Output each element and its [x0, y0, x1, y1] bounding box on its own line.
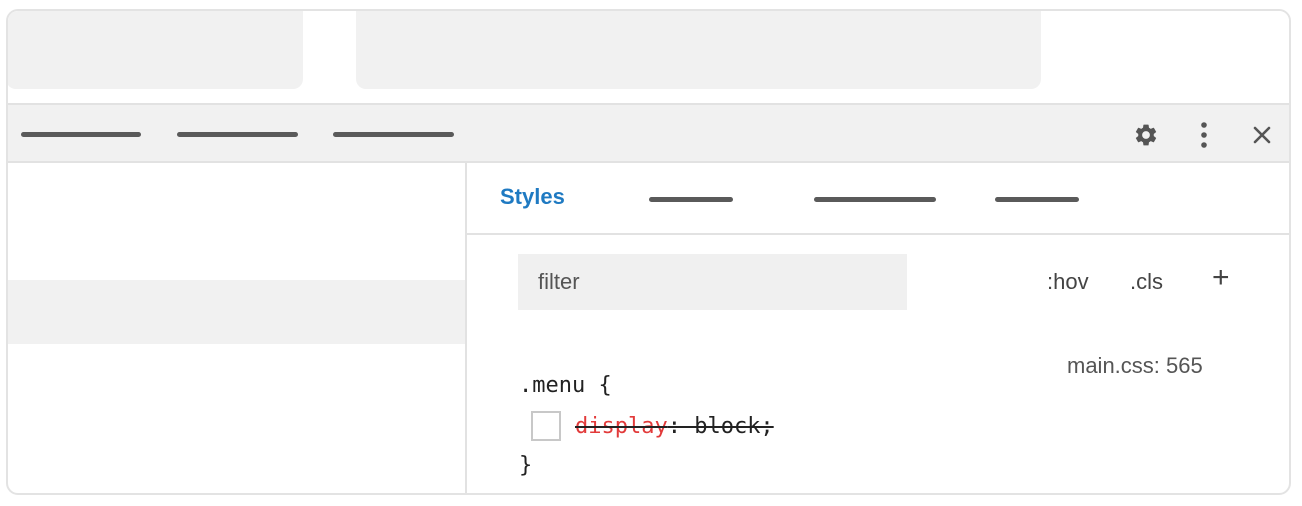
tab-placeholder[interactable]: [356, 11, 1041, 89]
stylesheet-source-link[interactable]: main.css: 565: [1067, 353, 1203, 379]
more-vert-icon[interactable]: [1198, 121, 1210, 149]
toolbar-tab-placeholder[interactable]: [21, 132, 141, 137]
declaration-checkbox[interactable]: [531, 411, 561, 441]
elements-pane: [8, 163, 467, 493]
devtools-toolbar: [8, 103, 1289, 163]
tab-placeholder[interactable]: [649, 197, 733, 202]
toolbar-tab-placeholder[interactable]: [177, 132, 298, 137]
new-rule-button[interactable]: +: [1212, 263, 1230, 293]
tab-placeholder[interactable]: [995, 197, 1079, 202]
hov-toggle[interactable]: :hov: [1047, 269, 1089, 295]
sidebar-tabs: Styles: [467, 163, 1289, 235]
property-name[interactable]: display: [575, 414, 668, 439]
devtools-window: Styles :hov .cls + main.css: 565 .menu {…: [6, 9, 1291, 495]
tab-styles[interactable]: Styles: [500, 184, 565, 210]
close-icon[interactable]: [1250, 123, 1274, 147]
selected-node-row[interactable]: [8, 280, 465, 344]
tab-placeholder[interactable]: [8, 11, 303, 89]
filter-input[interactable]: [518, 254, 907, 310]
toolbar-tab-placeholder[interactable]: [333, 132, 454, 137]
tab-placeholder[interactable]: [814, 197, 936, 202]
rule-closing-brace: }: [519, 453, 533, 478]
rule-selector[interactable]: .menu {: [519, 373, 612, 398]
property-value[interactable]: : block;: [668, 414, 774, 439]
browser-tab-strip: [8, 11, 1289, 103]
styles-sidebar: Styles :hov .cls + main.css: 565 .menu {…: [467, 163, 1289, 493]
css-declaration: display: block;: [531, 411, 774, 441]
cls-toggle[interactable]: .cls: [1130, 269, 1163, 295]
gear-icon[interactable]: [1133, 122, 1159, 148]
